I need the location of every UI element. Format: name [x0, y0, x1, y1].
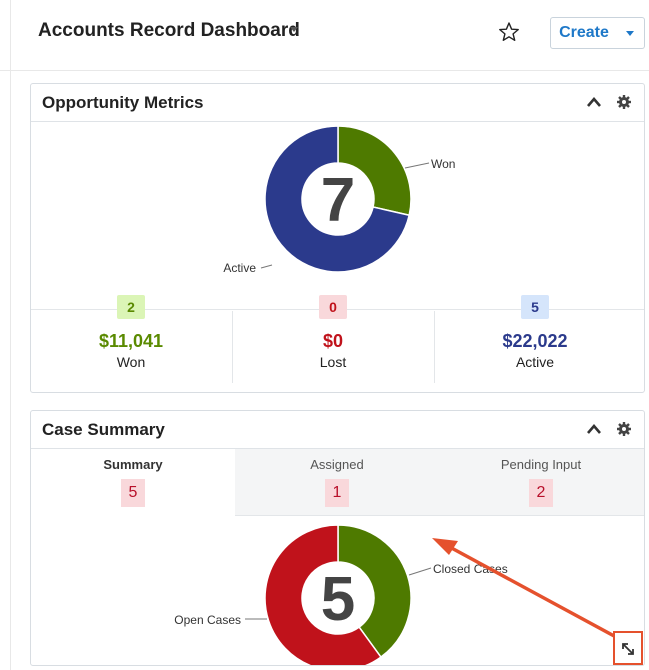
annotation-arrow: [432, 538, 617, 639]
resize-handle-icon[interactable]: [613, 631, 643, 665]
